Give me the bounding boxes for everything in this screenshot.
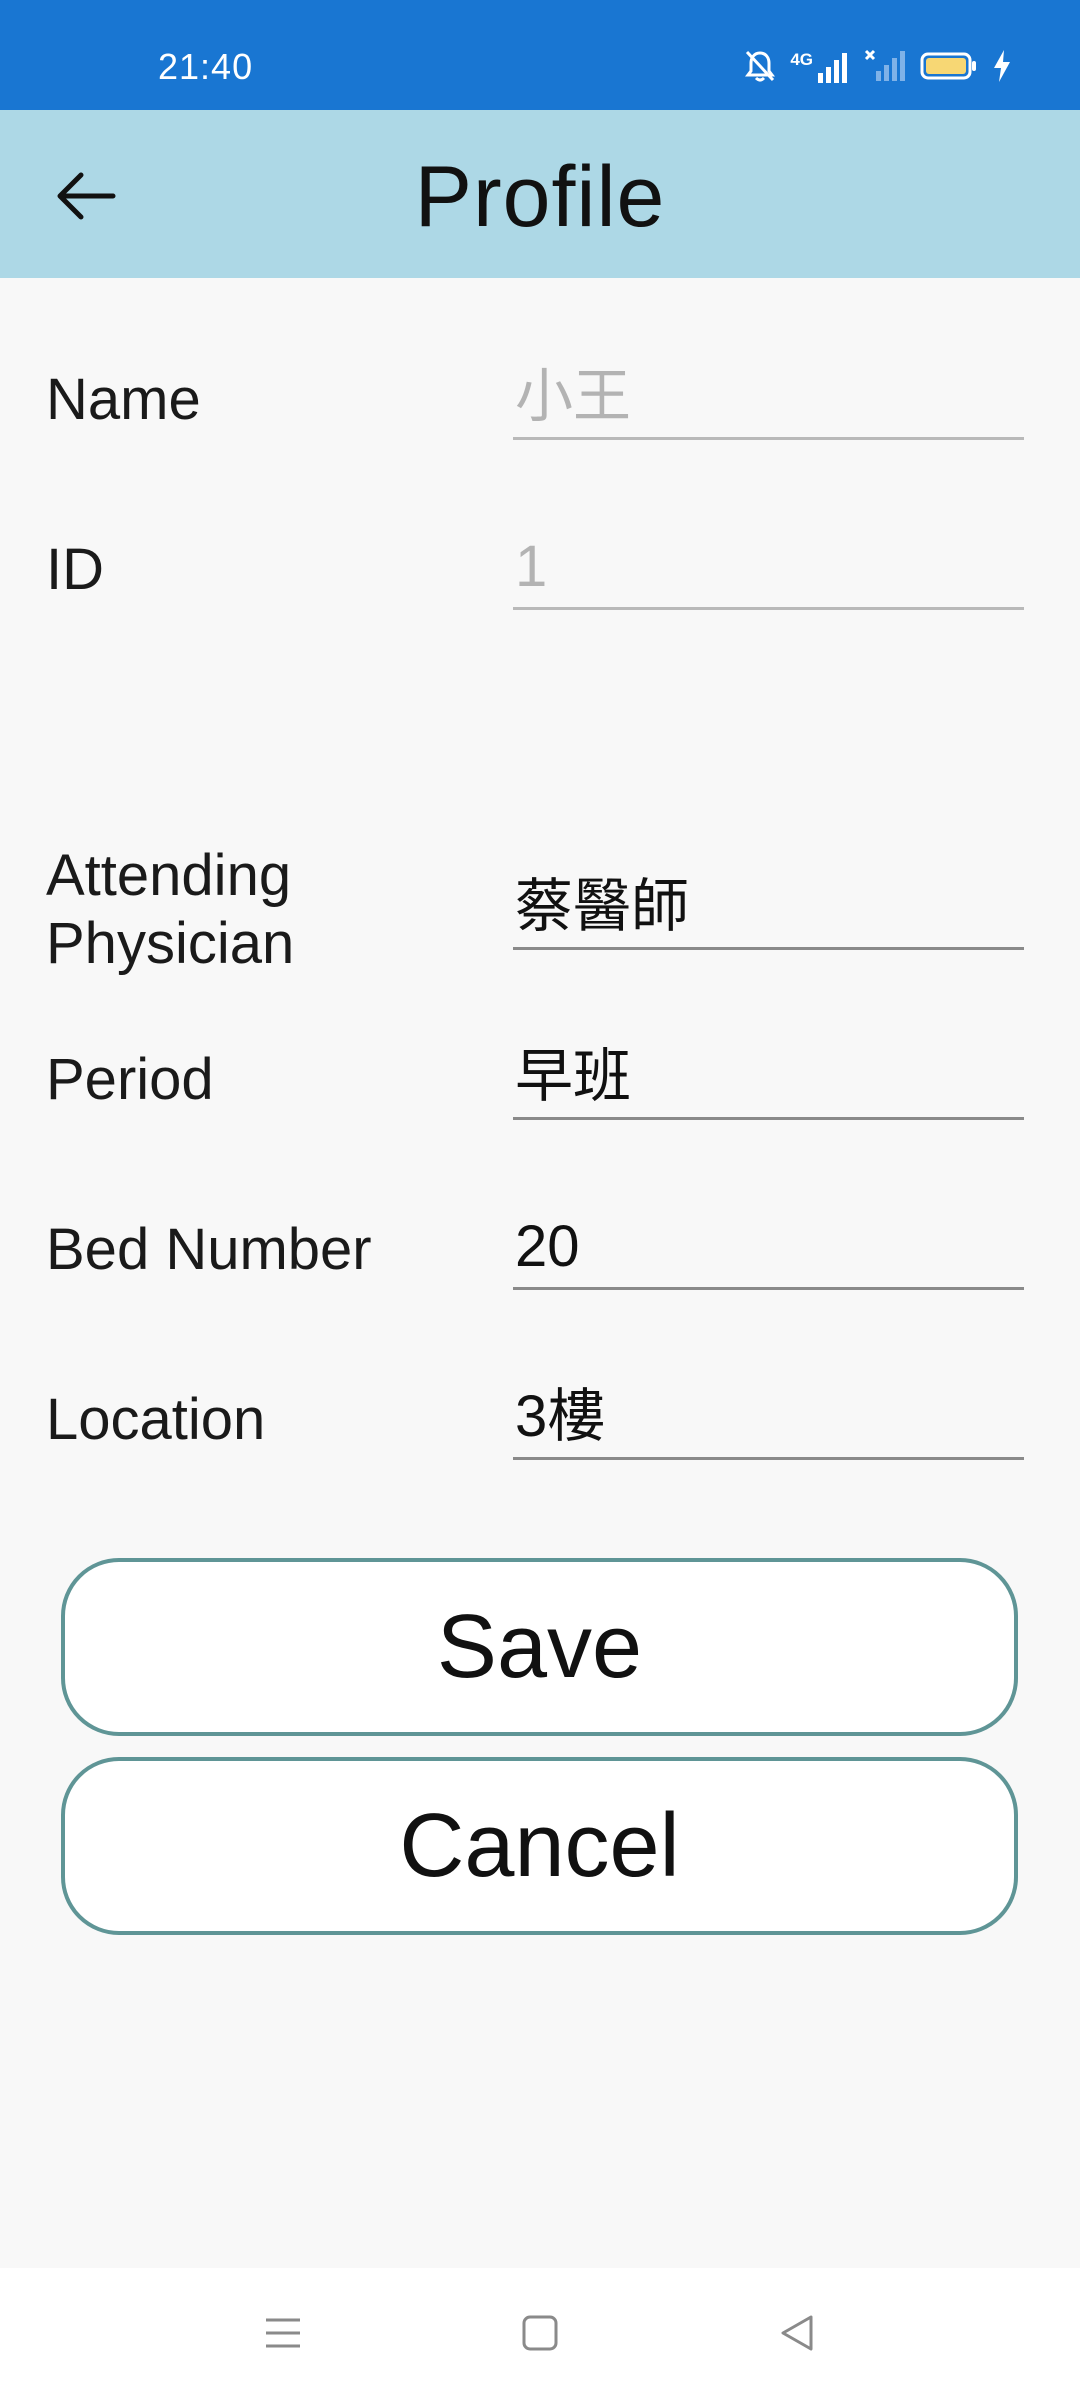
status-bar: 21:40 4G [0, 0, 1080, 110]
physician-field[interactable]: 蔡醫師 [513, 872, 1024, 950]
signal-no-sim-icon [864, 49, 906, 88]
back-triangle-icon [781, 2315, 813, 2351]
battery-icon [920, 51, 978, 86]
home-square-icon [522, 2315, 558, 2351]
status-icons: 4G [744, 48, 1012, 88]
bed-number-label: Bed Number [46, 1217, 372, 1282]
network-type-label: 4G [790, 50, 813, 69]
signal-4g-icon: 4G [790, 51, 850, 85]
page-title: Profile [414, 149, 666, 245]
period-field[interactable]: 早班 [513, 1042, 1024, 1120]
period-label: Period [46, 1047, 214, 1112]
location-field[interactable]: 3樓 [513, 1382, 1024, 1460]
cancel-button[interactable]: Cancel [61, 1757, 1018, 1935]
id-field[interactable]: 1 [513, 532, 1024, 610]
system-nav-bar [0, 2268, 1080, 2400]
bed-number-field[interactable]: 20 [513, 1212, 1024, 1290]
recent-apps-button[interactable] [248, 2298, 318, 2368]
save-button[interactable]: Save [61, 1558, 1018, 1736]
app-bar: Profile [0, 110, 1080, 278]
id-label: ID [46, 537, 104, 602]
status-time: 21:40 [158, 46, 254, 87]
location-label: Location [46, 1387, 266, 1452]
name-label: Name [46, 367, 201, 432]
menu-icon [266, 2318, 300, 2348]
back-nav-button[interactable] [762, 2298, 832, 2368]
home-button[interactable] [505, 2298, 575, 2368]
bell-off-icon [744, 49, 776, 88]
physician-label-line1: Attending [46, 843, 292, 908]
charging-icon [992, 49, 1012, 88]
physician-label-line2: Physician [46, 911, 295, 976]
name-field[interactable]: 小王 [513, 362, 1024, 440]
